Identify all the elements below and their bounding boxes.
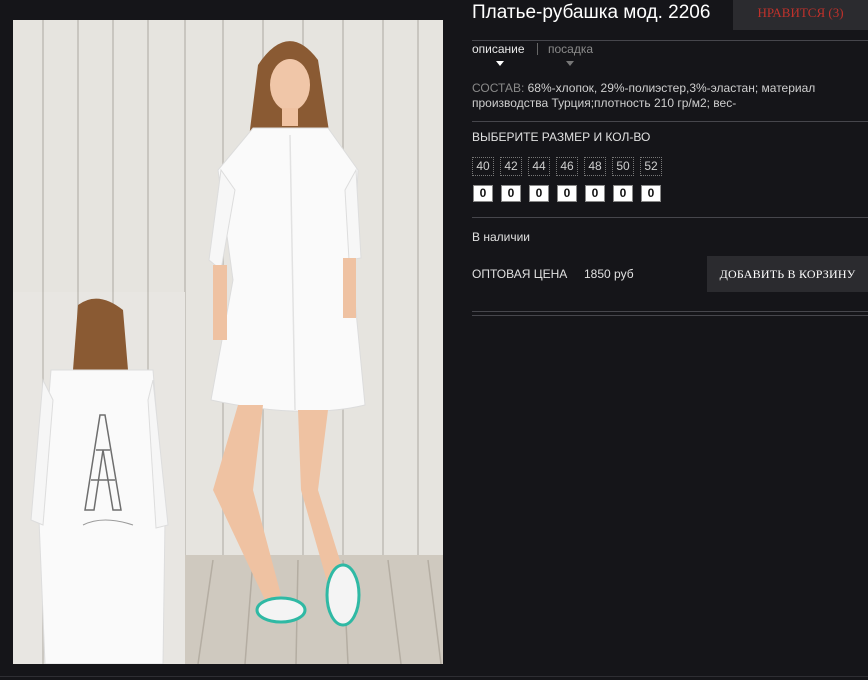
size-label: 50 — [612, 157, 634, 176]
size-label: 48 — [584, 157, 606, 176]
stock-status: В наличии — [472, 230, 531, 244]
quantity-input[interactable]: 0 — [529, 185, 549, 202]
quantity-input[interactable]: 0 — [613, 185, 633, 202]
size-label: 52 — [640, 157, 662, 176]
add-to-cart-button[interactable]: ДОБАВИТЬ В КОРЗИНУ — [707, 256, 868, 292]
quantity-input[interactable]: 0 — [641, 185, 661, 202]
tab-arrow-icon — [566, 61, 574, 66]
price-value: 1850 руб — [584, 267, 634, 281]
tab-active-arrow-icon — [496, 61, 504, 66]
divider — [472, 315, 868, 316]
divider — [472, 217, 868, 218]
quantity-input[interactable]: 0 — [501, 185, 521, 202]
quantity-input[interactable]: 0 — [473, 185, 493, 202]
price-label: ОПТОВАЯ ЦЕНА — [472, 267, 568, 281]
composition-value: 68%-хлопок, 29%-полиэстер,3%-эластан; ма… — [472, 81, 816, 110]
divider — [472, 311, 868, 312]
divider — [472, 121, 868, 122]
composition-label: СОСТАВ: — [472, 81, 525, 95]
product-photo-image — [13, 20, 443, 664]
size-section-title: ВЫБЕРИТЕ РАЗМЕР И КОЛ-ВО — [472, 130, 651, 144]
tab-separator — [537, 43, 538, 55]
tab-fit[interactable]: посадка — [548, 42, 593, 56]
divider — [472, 40, 868, 41]
composition-text: СОСТАВ: 68%-хлопок, 29%-полиэстер,3%-эла… — [472, 81, 852, 111]
footer-divider — [0, 676, 868, 677]
size-label: 40 — [472, 157, 494, 176]
tab-description[interactable]: описание — [472, 42, 525, 56]
quantity-input[interactable]: 0 — [585, 185, 605, 202]
size-label: 44 — [528, 157, 550, 176]
size-label: 42 — [500, 157, 522, 176]
product-title: Платье-рубашка мод. 2206 — [472, 2, 711, 23]
product-photo[interactable] — [13, 20, 443, 664]
quantity-input[interactable]: 0 — [557, 185, 577, 202]
size-label: 46 — [556, 157, 578, 176]
like-button[interactable]: НРАВИТСЯ (3) — [733, 0, 868, 30]
